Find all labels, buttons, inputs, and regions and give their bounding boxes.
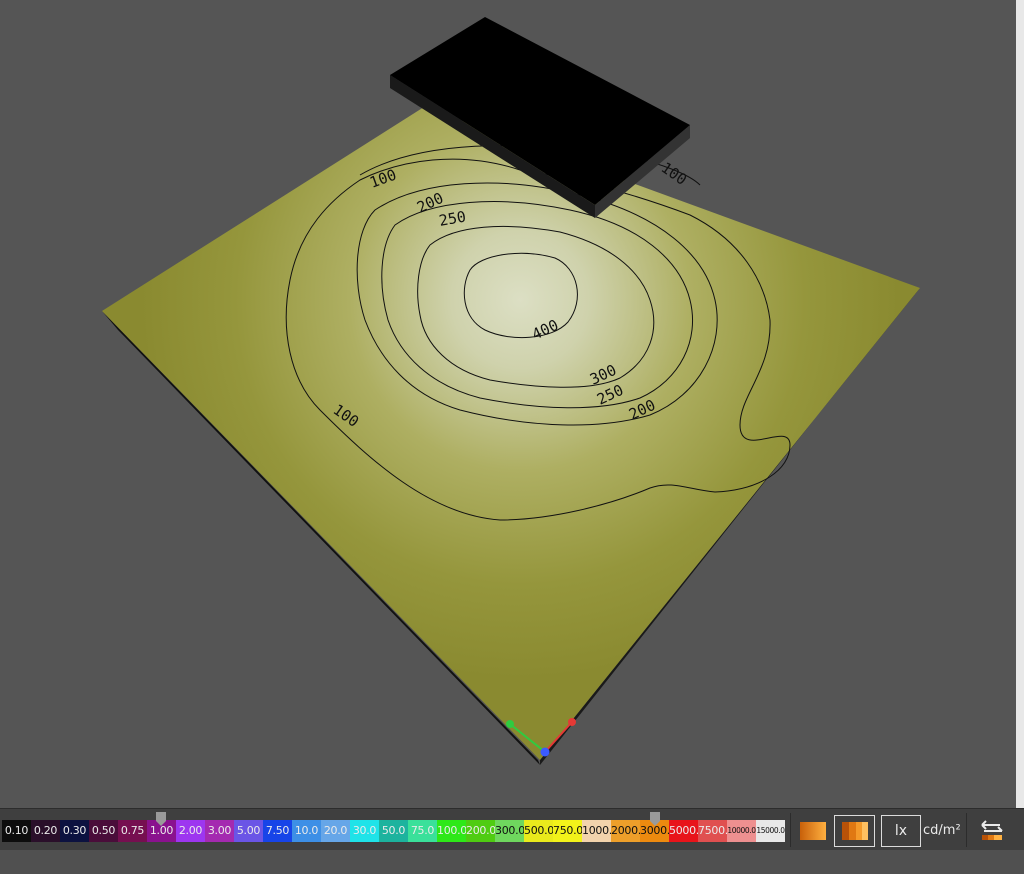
scale-cell[interactable]: 0.10 — [2, 820, 31, 842]
scale-cell[interactable]: 300.0 — [495, 820, 524, 842]
unit-lux-button[interactable]: lx — [881, 815, 921, 847]
axis-x-handle — [568, 718, 576, 726]
3d-viewport[interactable]: 100 200 250 400 300 250 200 100 100 — [0, 0, 1016, 808]
axis-y-handle — [506, 720, 514, 728]
gradient-solid-icon — [800, 822, 826, 840]
scale-cell[interactable]: 2000.0 — [611, 820, 640, 842]
scale-cell[interactable]: 7500.0 — [698, 820, 727, 842]
scale-cell[interactable]: 750.0 — [553, 820, 582, 842]
gradient-steps-button[interactable] — [834, 815, 875, 847]
scale-cell[interactable]: 0.30 — [60, 820, 89, 842]
scale-cell[interactable]: 7.50 — [263, 820, 292, 842]
gradient-steps-icon — [841, 822, 868, 840]
scale-cell[interactable]: 10000.0 — [727, 820, 756, 842]
swap-arrows-icon — [981, 820, 1003, 840]
scale-cell[interactable]: 0.20 — [31, 820, 60, 842]
scale-cell[interactable]: 1000.0 — [582, 820, 611, 842]
swap-scale-button[interactable] — [970, 815, 1014, 847]
toolbar-separator — [966, 813, 967, 847]
floor-surface — [102, 107, 920, 760]
contour-label: 100 — [658, 159, 691, 189]
viewport-scrollbar[interactable] — [1016, 0, 1024, 808]
scene: 100 200 250 400 300 250 200 100 100 — [102, 17, 920, 765]
scale-cell[interactable]: 500.0 — [524, 820, 553, 842]
scale-cell[interactable]: 5.00 — [234, 820, 263, 842]
scale-cell[interactable]: 200.0 — [466, 820, 495, 842]
scale-max-marker[interactable] — [650, 812, 660, 826]
scale-min-marker[interactable] — [156, 812, 166, 826]
scale-cell[interactable]: 100.0 — [437, 820, 466, 842]
toolbar-separator — [790, 813, 791, 847]
scale-cell[interactable]: 10.0 — [292, 820, 321, 842]
scale-cell[interactable]: 3.00 — [205, 820, 234, 842]
scale-cell[interactable]: 30.0 — [350, 820, 379, 842]
gradient-solid-button[interactable] — [794, 815, 832, 847]
scale-cell[interactable]: 50.0 — [379, 820, 408, 842]
scale-cell[interactable]: 5000.0 — [669, 820, 698, 842]
scale-cell[interactable]: 75.0 — [408, 820, 437, 842]
scale-cell[interactable]: 0.75 — [118, 820, 147, 842]
scale-cell[interactable]: 15000.0 — [756, 820, 785, 842]
toolbar-row: 0.10 0.20 0.30 0.50 0.75 1.00 2.00 3.00 5.00 7.50… — [0, 808, 1024, 850]
scale-cell[interactable]: 0.50 — [89, 820, 118, 842]
false-color-scale[interactable]: 0.10 0.20 0.30 0.50 0.75 1.00 2.00 3.00 5.00 7.50… — [2, 820, 785, 842]
scale-cell[interactable]: 2.00 — [176, 820, 205, 842]
unit-luminance-button[interactable]: cd/m² — [923, 823, 961, 838]
axis-z-handle — [540, 747, 550, 757]
scale-cell[interactable]: 20.0 — [321, 820, 350, 842]
color-scale-toolbar: 0.10 0.20 0.30 0.50 0.75 1.00 2.00 3.00 5.00 7.50… — [0, 808, 1024, 874]
